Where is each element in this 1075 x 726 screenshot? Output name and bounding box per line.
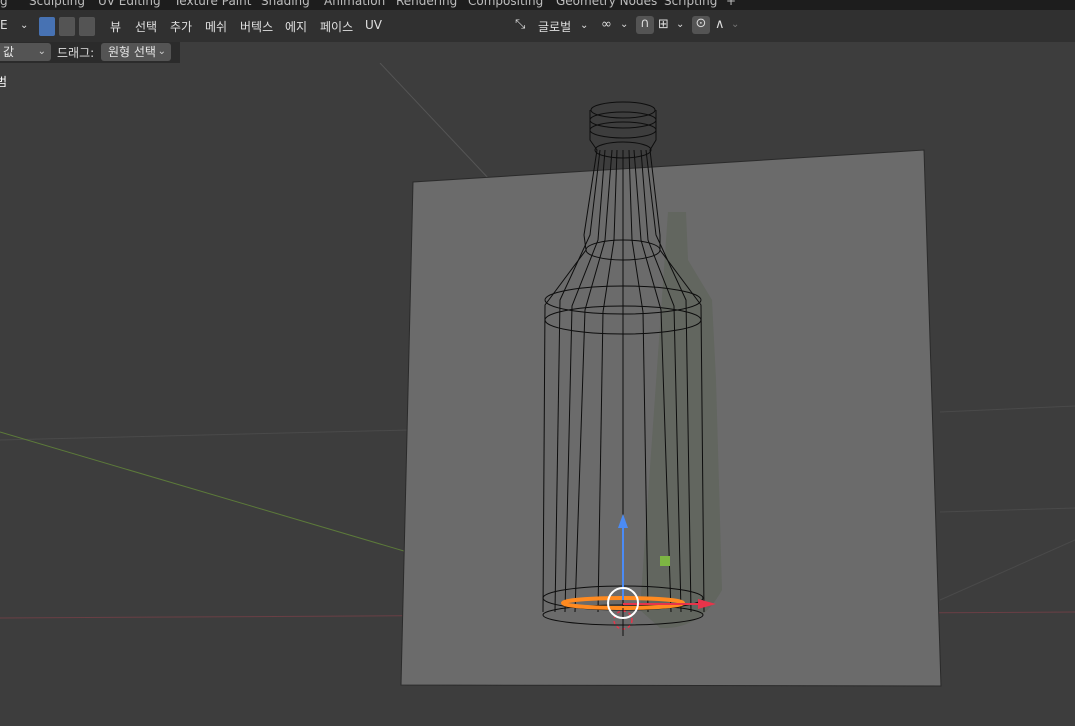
transform-orientation-icon[interactable]: ⤡ <box>515 17 525 32</box>
orientation-dropdown[interactable]: 글로벌 <box>538 18 571 35</box>
viewport-overlay-text: 범 <box>0 75 8 89</box>
menu-add[interactable]: 추가 <box>170 18 192 35</box>
workspace-tab-geometry-nodes[interactable]: Geometry Nodes <box>556 0 657 8</box>
grid-line <box>939 507 1075 513</box>
workspace-tab-layout[interactable]: g <box>0 0 8 8</box>
chevron-down-icon: ⌄ <box>37 46 46 57</box>
workspace-tab-bar: g Sculpting UV Editing Texture Paint Sha… <box>0 0 1075 10</box>
workspace-tab-compositing[interactable]: Compositing <box>468 0 543 8</box>
drag-value: 원형 선택 <box>108 45 156 59</box>
tool-option-dropdown[interactable]: 값 ⌄ <box>0 43 51 61</box>
grid-line <box>0 429 411 441</box>
mode-selector[interactable]: E <box>0 18 8 32</box>
workspace-tab-animation[interactable]: Animation <box>324 0 385 8</box>
workspace-tab-uv-editing[interactable]: UV Editing <box>98 0 161 8</box>
add-workspace-button[interactable]: + <box>726 0 736 8</box>
viewport-header: E ⌄ 뷰 선택 추가 메쉬 버텍스 에지 페이스 UV ⤡ 글로벌 ⌄ ∞ ⌄… <box>0 10 1075 42</box>
chevron-down-icon[interactable]: ⌄ <box>20 20 28 31</box>
menu-edge[interactable]: 에지 <box>285 18 307 35</box>
menu-select[interactable]: 선택 <box>135 18 157 35</box>
viewport-canvas <box>0 63 1075 687</box>
chevron-down-icon[interactable]: ⌄ <box>676 19 684 30</box>
chevron-down-icon: ⌄ <box>157 46 166 57</box>
drag-label: 드래그: <box>57 46 95 60</box>
workspace-tab-scripting[interactable]: Scripting <box>664 0 717 8</box>
3d-viewport[interactable]: 범 <box>0 63 1075 726</box>
chevron-down-icon[interactable]: ⌄ <box>580 20 588 31</box>
workspace-tab-shading[interactable]: Shading <box>261 0 310 8</box>
chevron-down-icon[interactable]: ⌄ <box>620 19 628 30</box>
tool-option-value: 값 <box>3 45 15 59</box>
snap-magnet-icon[interactable]: ∩ <box>636 16 654 34</box>
menu-vertex[interactable]: 버텍스 <box>240 18 273 35</box>
falloff-curve-icon[interactable]: ∧ <box>715 17 725 32</box>
menu-mesh[interactable]: 메쉬 <box>205 18 227 35</box>
menu-face[interactable]: 페이스 <box>320 18 353 35</box>
edge-select-icon[interactable] <box>59 17 75 36</box>
grid-line <box>939 539 1075 601</box>
grid-line <box>379 63 491 181</box>
tool-settings-bar: 값 ⌄ 드래그: 원형 선택 ⌄ <box>0 42 180 63</box>
drag-dropdown[interactable]: 원형 선택 ⌄ <box>101 43 171 61</box>
pivot-link-icon[interactable]: ∞ <box>601 17 612 32</box>
face-select-icon[interactable] <box>79 17 95 36</box>
proportional-edit-icon[interactable]: ⊙ <box>692 16 710 34</box>
workspace-tab-texture-paint[interactable]: Texture Paint <box>174 0 251 8</box>
snap-increment-icon[interactable]: ⊞ <box>658 17 669 32</box>
vertex-select-icon[interactable] <box>39 17 55 36</box>
workspace-tab-sculpting[interactable]: Sculpting <box>29 0 85 8</box>
gizmo-plane-handle[interactable] <box>660 556 670 566</box>
chevron-down-icon[interactable]: ⌄ <box>731 19 739 30</box>
menu-uv[interactable]: UV <box>365 18 382 32</box>
workspace-tab-rendering[interactable]: Rendering <box>396 0 457 8</box>
menu-view[interactable]: 뷰 <box>110 18 121 35</box>
grid-line <box>939 405 1075 413</box>
